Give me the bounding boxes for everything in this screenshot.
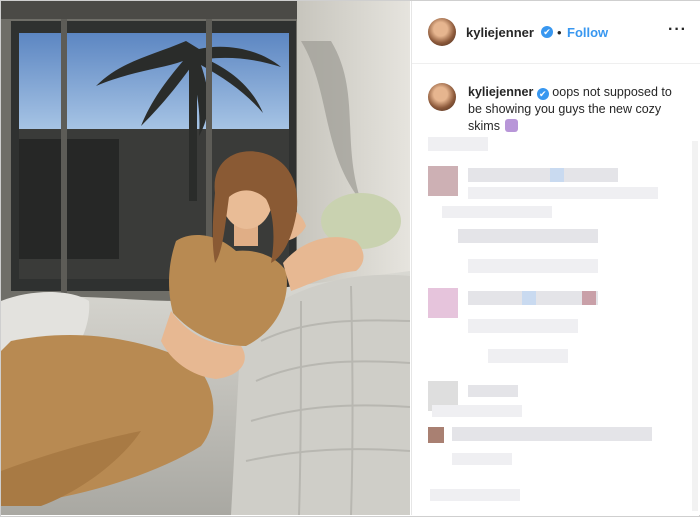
caption: kyliejenner ✔ oops not supposed to be sh… bbox=[468, 84, 683, 135]
post-header: kyliejenner ✔ • Follow ··· bbox=[412, 1, 700, 64]
comment-avatar bbox=[428, 427, 444, 443]
comment-placeholder bbox=[452, 453, 512, 465]
comment-placeholder bbox=[522, 291, 536, 305]
comment-avatar bbox=[428, 288, 458, 318]
verified-badge-icon: ✔ bbox=[541, 26, 553, 38]
comment-placeholder bbox=[452, 427, 652, 441]
comment-placeholder bbox=[442, 206, 552, 218]
post-photo[interactable] bbox=[1, 1, 410, 515]
comment-placeholder bbox=[488, 349, 568, 363]
comment-placeholder bbox=[468, 168, 618, 182]
comment-placeholder bbox=[468, 259, 598, 273]
comment-placeholder bbox=[458, 229, 598, 243]
post-photo-illustration bbox=[1, 1, 410, 515]
comment-placeholder bbox=[468, 187, 658, 199]
avatar[interactable] bbox=[428, 18, 456, 46]
header-username[interactable]: kyliejenner bbox=[466, 25, 534, 40]
comment-avatar bbox=[428, 166, 458, 196]
person-tipping-hand-emoji bbox=[505, 119, 519, 132]
comment-placeholder bbox=[550, 168, 564, 182]
comment-placeholder bbox=[432, 405, 522, 417]
caption-avatar[interactable] bbox=[428, 83, 456, 111]
comment-placeholder bbox=[582, 291, 596, 305]
header-separator: • bbox=[557, 25, 562, 40]
follow-button[interactable]: Follow bbox=[567, 25, 608, 40]
verified-badge-icon: ✔ bbox=[536, 88, 549, 100]
more-options-icon[interactable]: ··· bbox=[668, 21, 687, 39]
comment-placeholder bbox=[430, 489, 520, 501]
comment-placeholder bbox=[468, 319, 578, 333]
comment-placeholder bbox=[428, 137, 488, 151]
caption-username[interactable]: kyliejenner bbox=[468, 85, 533, 99]
post-side-panel: kyliejenner ✔ • Follow ··· kyliejenner ✔… bbox=[411, 1, 700, 515]
comment-placeholder bbox=[468, 385, 518, 397]
comments-scrollbar[interactable] bbox=[692, 141, 698, 511]
